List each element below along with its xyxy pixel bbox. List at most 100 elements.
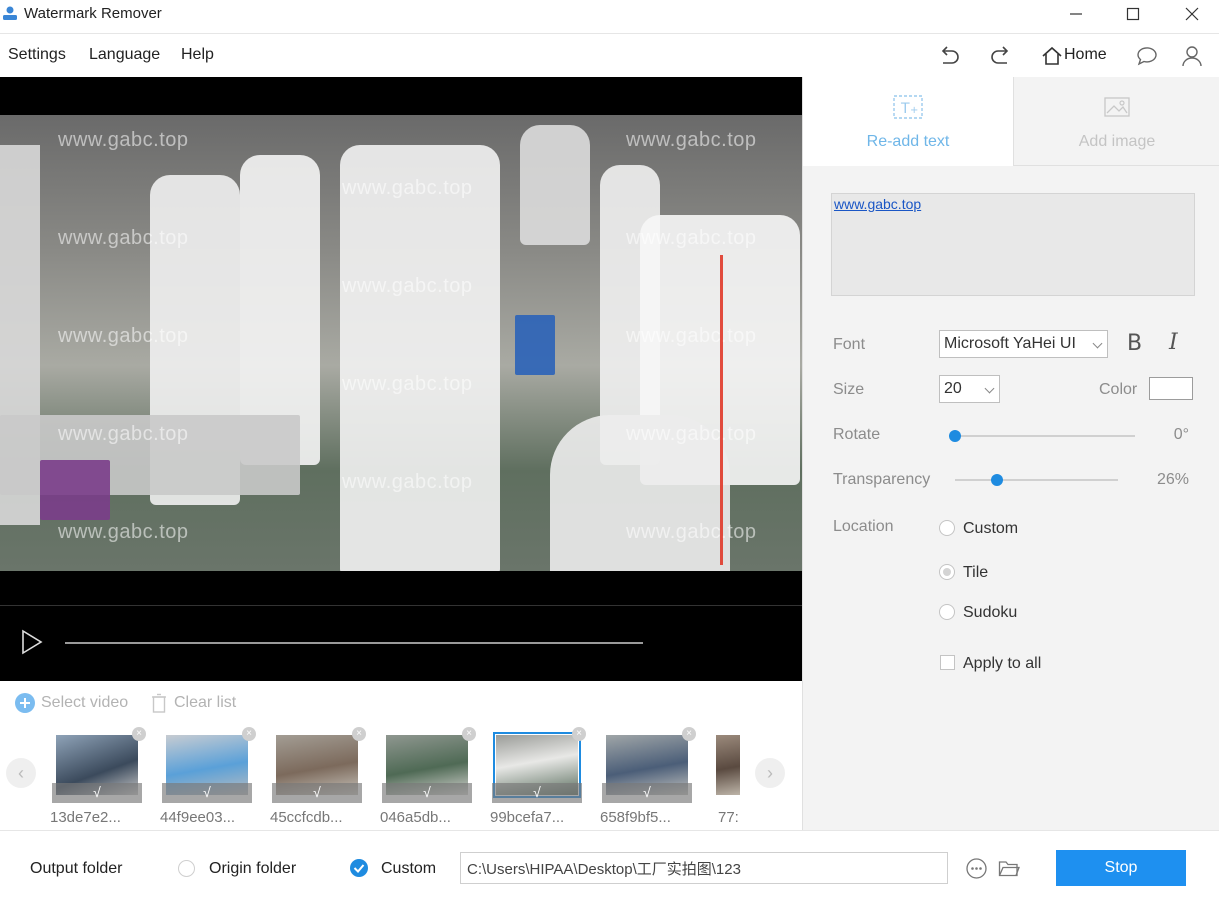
play-icon[interactable]: [20, 629, 44, 655]
location-sudoku-label: Sudoku: [963, 604, 1018, 621]
menu-bar: Settings Language Help Home: [0, 33, 1219, 77]
window-title: Watermark Remover: [24, 5, 162, 22]
user-icon[interactable]: [1179, 43, 1205, 69]
chevron-left-icon: ‹: [18, 762, 24, 783]
minimize-button[interactable]: [1056, 0, 1096, 28]
transparency-slider[interactable]: [955, 479, 1118, 481]
minimize-icon: [1070, 13, 1082, 15]
location-custom-radio[interactable]: [939, 520, 955, 536]
location-sudoku-radio[interactable]: [939, 604, 955, 620]
video-thumbnail[interactable]: √ × 44f9ee03...: [160, 727, 256, 833]
menu-language[interactable]: Language: [89, 46, 160, 64]
trash-icon: [152, 693, 166, 713]
remove-thumbnail-button[interactable]: ×: [352, 727, 366, 741]
text-frame-icon: T +: [893, 95, 923, 119]
location-label: Location: [833, 518, 894, 535]
italic-button[interactable]: I: [1169, 330, 1178, 355]
watermark-text: www.gabc.top: [58, 423, 189, 445]
thumbnail-name: 45ccfcdb...: [270, 809, 343, 826]
thumbnail-check: √: [602, 783, 692, 803]
thumbnail-name: 658f9bf5...: [600, 809, 671, 826]
size-value: 20: [944, 380, 962, 397]
remove-thumbnail-button[interactable]: ×: [682, 727, 696, 741]
thumbnail-image: [716, 735, 740, 795]
select-video-button[interactable]: Select video: [15, 693, 128, 713]
bold-button[interactable]: B: [1127, 331, 1142, 356]
size-label: Size: [833, 381, 865, 398]
home-button-label[interactable]: Home: [1064, 46, 1107, 64]
rotate-label: Rotate: [833, 426, 881, 443]
stop-button[interactable]: Stop: [1056, 850, 1186, 886]
output-bar: Output folder Origin folder Custom Stop: [0, 830, 1219, 905]
watermark-text: www.gabc.top: [626, 325, 757, 347]
rotate-slider[interactable]: [955, 435, 1135, 437]
location-tile-label: Tile: [963, 564, 989, 581]
thumbnail-name: 046a5db...: [380, 809, 451, 826]
add-circle-icon: [15, 693, 35, 713]
rotate-value: 0°: [1173, 426, 1189, 443]
remove-thumbnail-button[interactable]: ×: [572, 727, 586, 741]
scroll-left-button[interactable]: ‹: [6, 758, 36, 788]
svg-text:+: +: [910, 105, 918, 116]
origin-folder-radio[interactable]: [178, 860, 195, 877]
more-options-icon[interactable]: [966, 858, 987, 879]
remove-thumbnail-button[interactable]: ×: [242, 727, 256, 741]
size-select[interactable]: 20: [939, 375, 1000, 403]
close-icon: [1185, 7, 1199, 21]
rotate-slider-handle[interactable]: [949, 430, 961, 442]
tab-add-image[interactable]: Add image: [1013, 77, 1219, 166]
video-progress-bar[interactable]: [65, 642, 643, 644]
thumbnail-name: 77:: [718, 809, 739, 826]
bin-shape: [40, 460, 110, 520]
video-thumbnail[interactable]: √ × 658f9bf5...: [600, 727, 696, 833]
custom-folder-radio[interactable]: [350, 859, 368, 877]
watermark-text: www.gabc.top: [58, 521, 189, 543]
scroll-right-button[interactable]: ›: [755, 758, 785, 788]
font-value: Microsoft YaHei UI: [944, 335, 1076, 352]
origin-folder-label: Origin folder: [209, 860, 297, 877]
watermark-text: www.gabc.top: [58, 325, 189, 347]
video-thumbnail[interactable]: √ × 45ccfcdb...: [270, 727, 366, 833]
thumbnail-check: √: [272, 783, 362, 803]
apply-to-all-checkbox[interactable]: [940, 655, 955, 670]
watermark-text: www.gabc.top: [626, 521, 757, 543]
watermark-text: www.gabc.top: [626, 129, 757, 151]
thumbnail-check: √: [162, 783, 252, 803]
remove-thumbnail-button[interactable]: ×: [462, 727, 476, 741]
open-folder-icon[interactable]: [998, 858, 1020, 878]
video-frame[interactable]: www.gabc.top www.gabc.top www.gabc.top w…: [0, 115, 802, 571]
font-select[interactable]: Microsoft YaHei UI: [939, 330, 1108, 358]
location-tile-radio[interactable]: [939, 564, 955, 580]
remove-thumbnail-button[interactable]: ×: [132, 727, 146, 741]
video-thumbnail[interactable]: √ × 046a5db...: [380, 727, 476, 833]
cable-shape: [720, 255, 723, 565]
transparency-slider-handle[interactable]: [991, 474, 1004, 486]
thumbnail-name: 99bcefa7...: [490, 809, 565, 826]
select-video-label: Select video: [41, 694, 129, 711]
video-thumbnail-selected[interactable]: √ × 99bcefa7...: [490, 727, 586, 833]
menu-settings[interactable]: Settings: [8, 46, 66, 64]
home-icon[interactable]: [1040, 43, 1064, 69]
thumbnail-check: √: [52, 783, 142, 803]
color-picker[interactable]: [1149, 377, 1193, 400]
watermark-text: www.gabc.top: [342, 177, 473, 199]
clear-list-button[interactable]: Clear list: [150, 693, 236, 713]
watermark-text: www.gabc.top: [626, 423, 757, 445]
maximize-icon: [1126, 7, 1140, 21]
menu-help[interactable]: Help: [181, 46, 214, 64]
output-path-field[interactable]: [460, 852, 948, 884]
tab-readd-text[interactable]: T + Re-add text: [803, 77, 1013, 166]
maximize-button[interactable]: [1113, 0, 1153, 28]
close-button[interactable]: [1172, 0, 1212, 28]
redo-icon[interactable]: [988, 43, 1014, 69]
chat-icon[interactable]: [1134, 43, 1160, 69]
watermark-settings-panel: T + Re-add text Add image www.gabc.top F…: [802, 77, 1219, 830]
undo-icon[interactable]: [936, 43, 962, 69]
thumbnail-check: √: [382, 783, 472, 803]
watermark-text-input[interactable]: www.gabc.top: [831, 193, 1195, 296]
watermark-text: www.gabc.top: [342, 471, 473, 493]
video-thumbnail[interactable]: 77:: [716, 733, 740, 833]
video-thumbnail[interactable]: √ × 13de7e2...: [50, 727, 146, 833]
app-logo-icon: [3, 6, 17, 20]
garment-shape: [340, 145, 500, 571]
